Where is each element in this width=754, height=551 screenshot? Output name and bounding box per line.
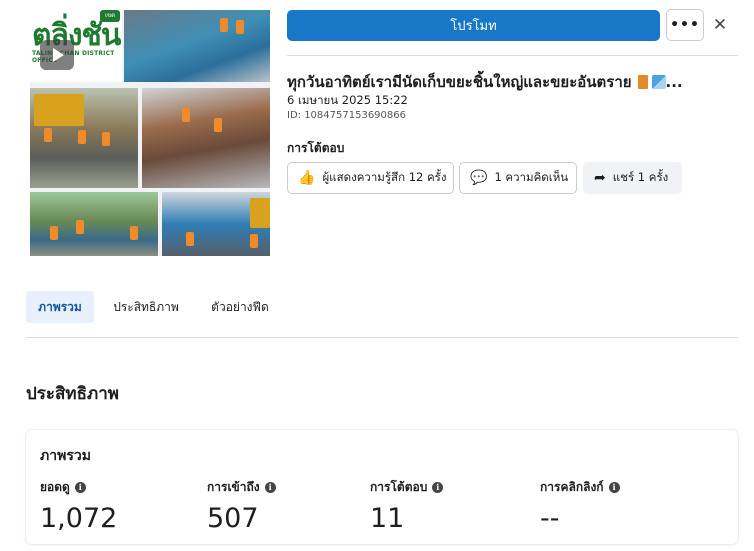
stat-label: การคลิกลิงก์ xyxy=(540,480,604,494)
stat-value: -- xyxy=(540,503,560,534)
info-icon[interactable]: i xyxy=(608,482,620,493)
door-emoji-icon xyxy=(637,75,648,89)
stat-reach: การเข้าถึง i 507 xyxy=(207,478,276,534)
close-icon: ✕ xyxy=(712,15,728,35)
info-icon[interactable]: i xyxy=(432,482,444,493)
play-icon[interactable] xyxy=(40,40,74,70)
card-title: ภาพรวม xyxy=(40,448,91,464)
photo-1 xyxy=(124,10,270,82)
stat-label: การเข้าถึง xyxy=(207,480,260,494)
info-icon[interactable]: i xyxy=(264,482,276,493)
post-thumbnail[interactable]: เขต ตลิ่งชัน TALING CHAN DISTRICT OFFICE xyxy=(30,10,270,256)
district-logo: เขต ตลิ่งชัน TALING CHAN DISTRICT OFFICE xyxy=(30,10,122,82)
comments-button[interactable]: 💬 1 ความคิดเห็น xyxy=(459,162,577,194)
tab-feed-preview[interactable]: ตัวอย่างฟีด xyxy=(204,291,276,323)
comments-label: 1 ความคิดเห็น xyxy=(494,170,569,184)
tab-performance[interactable]: ประสิทธิภาพ xyxy=(108,291,184,323)
shares-label: แชร์ 1 ครั้ง xyxy=(612,170,669,184)
promote-button[interactable]: โปรโมท xyxy=(287,10,660,41)
shares-button[interactable]: ➦ แชร์ 1 ครั้ง xyxy=(583,162,682,194)
post-date: 6 เมษายน 2025 15:22 xyxy=(287,93,408,107)
divider xyxy=(287,55,738,56)
stat-link-clicks: การคลิกลิงก์ i -- xyxy=(540,478,620,534)
photo-2 xyxy=(30,88,138,188)
stat-label: การโต้ตอบ xyxy=(370,480,428,494)
reactions-button[interactable]: 👍 ผู้แสดงความรู้สึก 12 ครั้ง xyxy=(287,162,454,194)
comment-icon: 💬 xyxy=(470,170,488,186)
tab-overview[interactable]: ภาพรวม xyxy=(26,291,94,323)
info-icon[interactable]: i xyxy=(74,482,86,493)
photo-4 xyxy=(30,192,158,256)
photo-3 xyxy=(142,88,270,188)
overview-card: ภาพรวม ยอดดู i 1,072 การเข้าถึง i 507 การโ… xyxy=(26,430,738,544)
window-emoji-icon xyxy=(651,75,666,89)
stat-value: 507 xyxy=(207,503,259,534)
reactions-heading: การโต้ตอบ xyxy=(287,141,345,155)
post-id: ID: 1084757153690866 xyxy=(287,110,406,121)
more-options-button[interactable]: ••• xyxy=(666,9,704,41)
stat-interactions: การโต้ตอบ i 11 xyxy=(370,478,444,534)
close-button[interactable]: ✕ xyxy=(710,14,730,36)
divider xyxy=(26,337,738,338)
stat-value: 1,072 xyxy=(40,503,118,534)
stat-value: 11 xyxy=(370,503,405,534)
share-icon: ➦ xyxy=(594,170,606,186)
photo-5 xyxy=(162,192,270,256)
more-dots-icon: ••• xyxy=(670,17,700,33)
stat-views: ยอดดู i 1,072 xyxy=(40,478,117,534)
post-title: ทุกวันอาทิตย์เรามีนัดเก็บขยะชิ้นใหญ่และข… xyxy=(287,73,683,91)
thumbs-up-icon: 👍 xyxy=(298,170,316,186)
reactions-label: ผู้แสดงความรู้สึก 12 ครั้ง xyxy=(322,170,447,184)
stat-label: ยอดดู xyxy=(40,480,70,494)
section-title: ประสิทธิภาพ xyxy=(26,384,119,404)
